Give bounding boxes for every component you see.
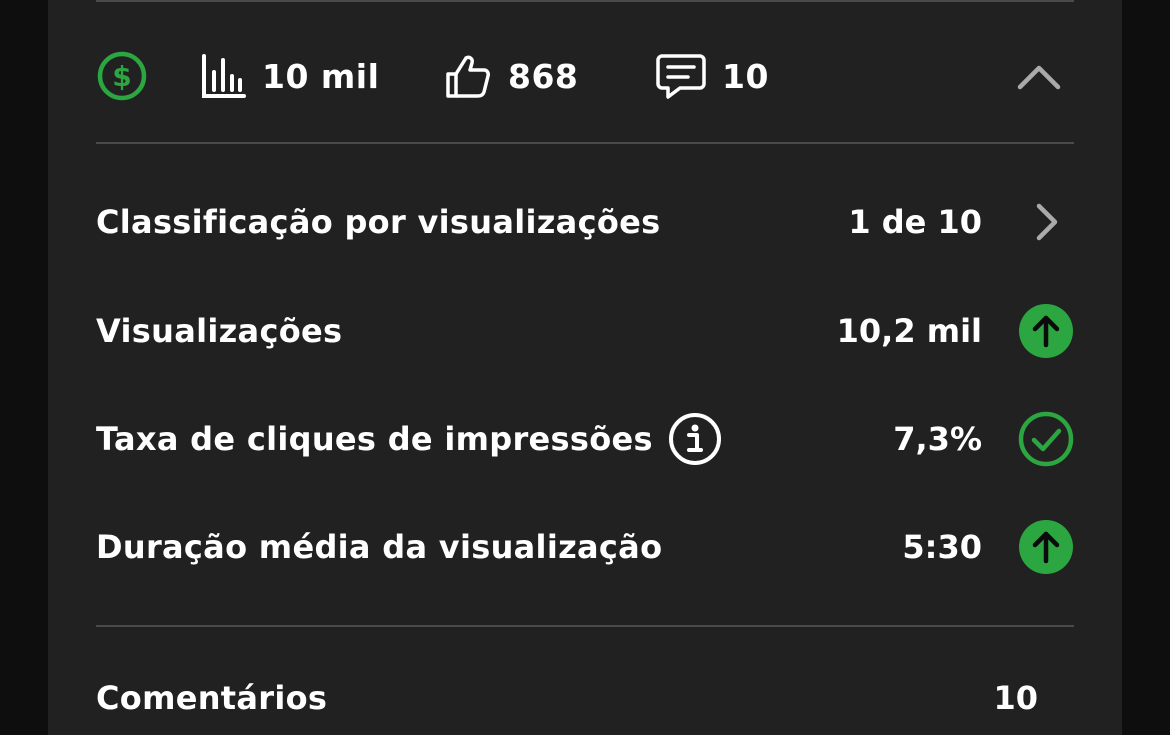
- video-analytics-card: $ 10 mil 868 10 Classificação por visual…: [48, 0, 1122, 735]
- comments-section-value: 10: [993, 679, 1038, 717]
- comment-icon: [656, 52, 706, 100]
- collapse-button[interactable]: [1014, 48, 1064, 104]
- metric-label: Duração média da visualização: [96, 528, 663, 566]
- arrow-up-icon: [1018, 519, 1074, 575]
- metric-label: Visualizações: [96, 312, 343, 350]
- metric-label: Taxa de cliques de impressões: [96, 420, 653, 458]
- likes-count: 868: [508, 56, 579, 96]
- monetization-icon: $: [96, 50, 148, 102]
- monetization-status[interactable]: $: [96, 48, 148, 104]
- chevron-up-icon: [1016, 61, 1062, 91]
- comments-section-label: Comentários: [96, 679, 328, 717]
- bar-chart-icon: [200, 52, 246, 100]
- metric-row-avg-duration: Duração média da visualização 5:30: [96, 519, 1074, 575]
- stats-bar: $ 10 mil 868 10: [96, 48, 1074, 104]
- arrow-up-icon: [1018, 303, 1074, 359]
- likes-stat[interactable]: 868: [444, 48, 578, 104]
- check-circle-icon: [1018, 411, 1074, 467]
- metric-row-ranking[interactable]: Classificação por visualizações 1 de 10: [96, 194, 1074, 250]
- metric-row-ctr: Taxa de cliques de impressões 7,3%: [96, 411, 1074, 467]
- top-divider: [96, 0, 1074, 2]
- section-divider: [96, 625, 1074, 627]
- metric-label: Classificação por visualizações: [96, 203, 661, 241]
- comments-count: 10: [722, 56, 769, 96]
- metric-value: 7,3%: [893, 420, 982, 458]
- metric-value: 10,2 mil: [836, 312, 982, 350]
- comments-section-row[interactable]: Comentários 10: [96, 670, 1074, 726]
- views-count: 10 mil: [262, 56, 380, 96]
- stats-divider: [96, 142, 1074, 144]
- chevron-right-icon: [1018, 194, 1074, 250]
- metric-value: 5:30: [902, 528, 982, 566]
- views-stat[interactable]: 10 mil: [200, 48, 379, 104]
- comments-stat[interactable]: 10: [656, 48, 769, 104]
- thumbs-up-icon: [444, 52, 492, 100]
- svg-text:$: $: [112, 60, 131, 93]
- metric-value: 1 de 10: [848, 203, 982, 241]
- metric-row-views: Visualizações 10,2 mil: [96, 303, 1074, 359]
- info-icon[interactable]: [668, 412, 722, 466]
